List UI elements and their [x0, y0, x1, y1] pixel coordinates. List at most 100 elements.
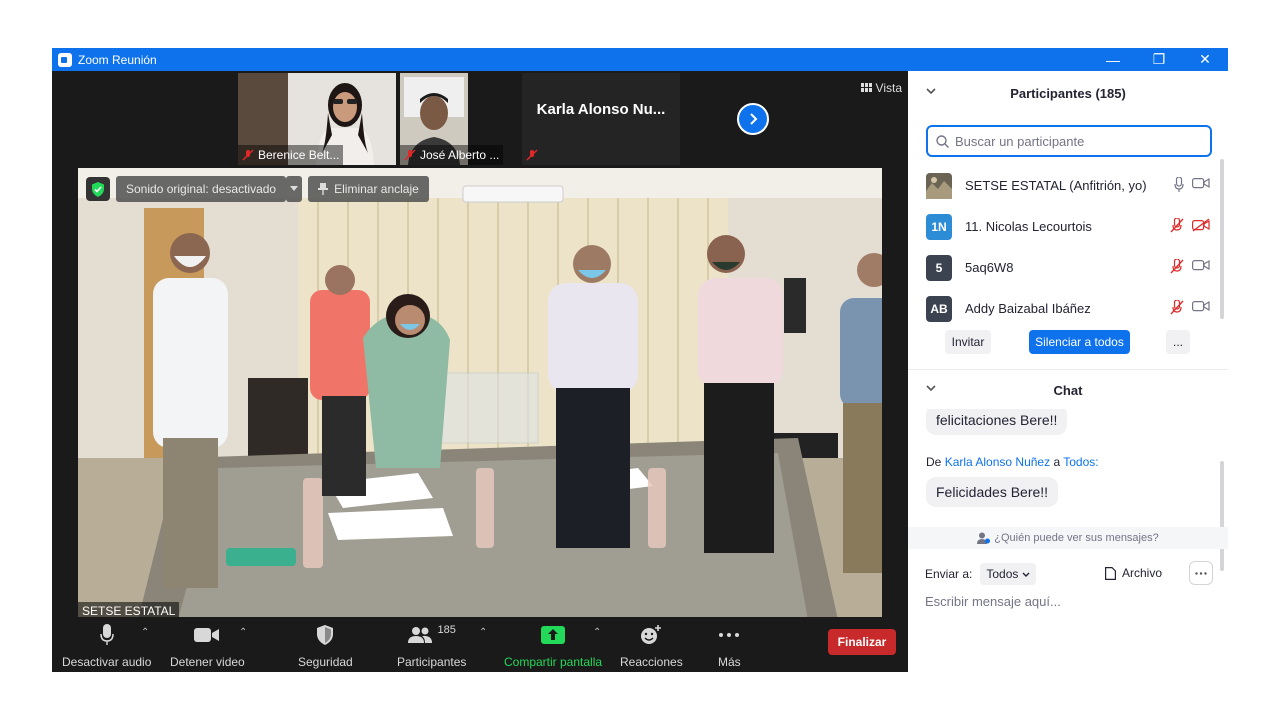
- participant-list-scrollbar[interactable]: [1220, 159, 1224, 319]
- video-area: Berenice Belt... José Alberto ... Karla …: [52, 71, 908, 672]
- meeting-room-video: [78, 168, 882, 620]
- video-off-icon[interactable]: [1192, 218, 1210, 232]
- participants-count: 185: [437, 624, 456, 636]
- participants-label: Participantes: [397, 655, 467, 669]
- mute-audio-label: Desactivar audio: [62, 655, 152, 669]
- microphone-icon: [99, 624, 114, 645]
- participants-button[interactable]: 185 Participantes: [397, 623, 466, 669]
- person-1: [153, 233, 228, 588]
- who-can-see-label: ¿Quién puede ver sus mensajes?: [994, 532, 1159, 544]
- send-to-value: Todos: [986, 567, 1019, 581]
- minimize-icon[interactable]: —: [1090, 48, 1136, 71]
- meeting-toolbar: Desactivar audio ⌃ Detener video ⌃ Segur…: [52, 617, 908, 672]
- file-label: Archivo: [1122, 566, 1163, 580]
- participants-options-caret[interactable]: ⌃: [479, 627, 487, 638]
- original-sound-button[interactable]: Sonido original: desactivado: [116, 176, 287, 202]
- window-title: Zoom Reunión: [78, 52, 157, 67]
- side-panel: Participantes (185) Buscar un participan…: [908, 71, 1228, 672]
- participant-list: SETSE ESTATAL (Anfitrión, yo) 1N 11. Nic…: [926, 165, 1216, 329]
- stop-video-label: Detener video: [170, 655, 245, 669]
- participant-search-input[interactable]: Buscar un participante: [926, 125, 1212, 157]
- grid-icon: [860, 83, 872, 92]
- participant-row[interactable]: SETSE ESTATAL (Anfitrión, yo): [926, 165, 1216, 206]
- thumbnail-strip: Berenice Belt... José Alberto ... Karla …: [238, 73, 680, 165]
- window-controls: — ❐ ✕: [1090, 48, 1228, 71]
- thumbnail-name: José Alberto ...: [420, 148, 500, 162]
- chevron-down-icon[interactable]: [926, 86, 936, 96]
- recipient-name[interactable]: Todos:: [1063, 455, 1098, 469]
- invite-button[interactable]: Invitar: [945, 330, 991, 354]
- video-options-caret[interactable]: ⌃: [239, 627, 247, 638]
- participant-row[interactable]: 5 5aq6W8: [926, 247, 1216, 288]
- participant-icons: [1170, 259, 1210, 274]
- mic-muted-icon[interactable]: [1170, 259, 1184, 274]
- participant-name: SETSE ESTATAL (Anfitrión, yo): [965, 178, 1147, 193]
- unpin-button[interactable]: Eliminar anclaje: [308, 176, 429, 202]
- restore-icon[interactable]: ❐: [1136, 48, 1182, 71]
- person-6: [840, 253, 882, 573]
- avatar: 1N: [926, 213, 952, 240]
- participants-more-button[interactable]: ...: [1166, 330, 1190, 354]
- participant-row[interactable]: AB Addy Baizabal Ibáñez: [926, 288, 1216, 329]
- who-can-see-messages-link[interactable]: ¿Quién puede ver sus mensajes?: [908, 527, 1228, 549]
- chevron-down-icon: [1022, 572, 1030, 577]
- zoom-window: Zoom Reunión — ❐ ✕ Berenice Belt... José…: [52, 48, 1228, 672]
- shield-check-icon: [92, 181, 104, 197]
- more-button[interactable]: Más: [718, 623, 741, 669]
- thumbnail-name-large: Karla Alonso Nu...: [536, 100, 666, 118]
- next-page-button[interactable]: [737, 103, 769, 135]
- video-camera-icon: [194, 628, 220, 642]
- share-screen-button[interactable]: Compartir pantalla: [504, 623, 602, 669]
- participant-name: Addy Baizabal Ibáñez: [965, 301, 1091, 316]
- security-button[interactable]: Seguridad: [298, 623, 353, 669]
- share-options-caret[interactable]: ⌃: [593, 627, 601, 638]
- chevron-down-icon: [290, 186, 299, 191]
- mute-audio-button[interactable]: Desactivar audio: [62, 623, 151, 669]
- mic-muted-icon[interactable]: [1170, 218, 1184, 233]
- chevron-down-icon[interactable]: [926, 383, 936, 393]
- microphone-icon[interactable]: [1174, 177, 1184, 192]
- thumbnail-berenice[interactable]: Berenice Belt...: [238, 73, 396, 165]
- mute-all-button[interactable]: Silenciar a todos: [1029, 330, 1130, 354]
- original-sound-dropdown[interactable]: [286, 176, 303, 202]
- reactions-button[interactable]: Reacciones: [620, 623, 683, 669]
- participants-icon: [407, 627, 432, 643]
- person-icon: [977, 532, 991, 544]
- smile-icon: [641, 625, 662, 644]
- video-camera-icon[interactable]: [1192, 300, 1210, 312]
- participant-name: 5aq6W8: [965, 260, 1014, 275]
- video-camera-icon[interactable]: [1192, 259, 1210, 271]
- sender-name[interactable]: Karla Alonso Nuñez: [945, 455, 1050, 469]
- chat-scrollbar[interactable]: [1220, 461, 1224, 571]
- chat-message-input[interactable]: Escribir mensaje aquí...: [925, 594, 1061, 609]
- chat-title: Chat: [1053, 382, 1083, 398]
- thumbnail-karla[interactable]: Karla Alonso Nu...: [522, 73, 680, 165]
- participant-row[interactable]: 1N 11. Nicolas Lecourtois: [926, 206, 1216, 247]
- thumbnail-name-tag: Berenice Belt...: [238, 145, 344, 165]
- stop-video-button[interactable]: Detener video: [170, 623, 245, 669]
- view-button[interactable]: Vista: [860, 81, 902, 95]
- encryption-badge[interactable]: [86, 177, 110, 201]
- audio-options-caret[interactable]: ⌃: [141, 627, 149, 638]
- file-icon: [1105, 566, 1116, 580]
- participant-icons: [1174, 177, 1210, 192]
- video-camera-icon[interactable]: [1192, 177, 1210, 189]
- mic-muted-icon[interactable]: [1170, 300, 1184, 315]
- main-video: Sonido original: desactivado Eliminar an…: [78, 168, 882, 620]
- mic-muted-icon: [404, 149, 416, 161]
- chat-send-row: Enviar a: Todos Archivo: [925, 561, 1215, 587]
- mic-muted-icon: [526, 149, 538, 161]
- thumbnail-jose[interactable]: José Alberto ...: [400, 73, 518, 165]
- chat-sender-line: De Karla Alonso Nuñez a Todos:: [926, 455, 1099, 469]
- more-label: Más: [718, 655, 741, 669]
- participant-icons: [1170, 218, 1210, 233]
- close-icon[interactable]: ✕: [1182, 48, 1228, 71]
- avatar-photo: [926, 172, 952, 199]
- avatar: AB: [926, 295, 952, 322]
- send-to-select[interactable]: Todos: [980, 563, 1036, 585]
- file-button[interactable]: Archivo: [1105, 566, 1162, 580]
- end-meeting-button[interactable]: Finalizar: [828, 629, 896, 655]
- panel-divider: [908, 369, 1228, 370]
- chat-more-button[interactable]: [1189, 561, 1213, 585]
- share-screen-icon: [541, 626, 566, 644]
